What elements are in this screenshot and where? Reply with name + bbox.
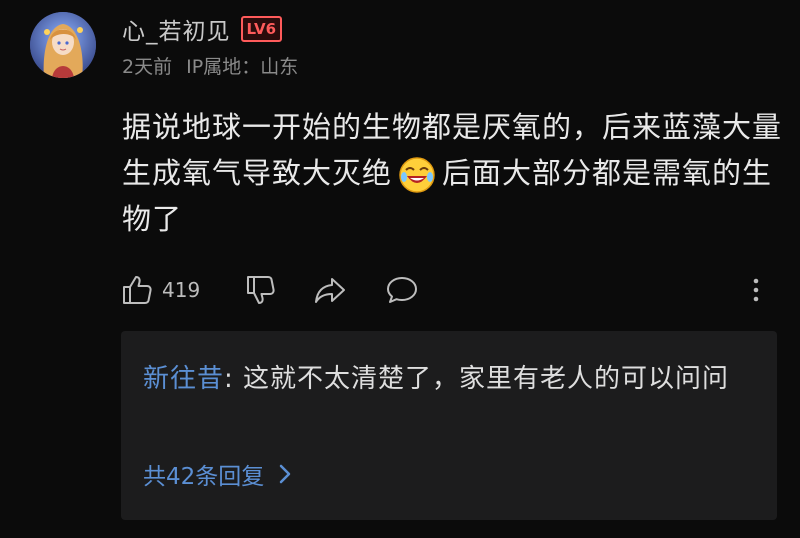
like-count: 419 — [162, 278, 201, 302]
reply-separator: : — [224, 364, 244, 394]
view-all-replies-label: 共42条回复 — [143, 464, 265, 490]
username[interactable]: 心_若初见 — [122, 12, 231, 46]
view-all-replies-link[interactable]: 共42条回复 — [143, 457, 292, 491]
dislike-button[interactable] — [244, 270, 276, 310]
reply-button[interactable] — [384, 270, 420, 310]
reply-author[interactable]: 新往昔 — [143, 364, 224, 394]
chevron-right-icon — [280, 464, 291, 484]
ip-location: IP属地：山东 — [186, 56, 299, 78]
comment-actions: 419 — [120, 270, 780, 310]
thumbs-down-icon — [247, 276, 275, 304]
comment-time: 2天前 — [122, 56, 173, 78]
more-vertical-icon — [753, 278, 759, 302]
reply-content: 这就不太清楚了，家里有老人的可以问问 — [243, 364, 730, 394]
more-options-button[interactable] — [748, 270, 764, 310]
like-button[interactable]: 419 — [120, 270, 200, 310]
reply-preview-text: 新往昔: 这就不太清楚了，家里有老人的可以问问 — [143, 357, 743, 401]
avatar[interactable] — [30, 12, 96, 78]
reply-preview[interactable]: 新往昔: 这就不太清楚了，家里有老人的可以问问 共42条回复 — [121, 331, 777, 520]
comment-item: 心_若初见 LV6 2天前 IP属地：山东 据说地球一开始的生物都是厌氧的，后来… — [0, 0, 800, 538]
thumbs-up-icon — [123, 276, 152, 304]
laughing-cry-emoji-icon — [398, 156, 436, 194]
share-button[interactable] — [312, 270, 348, 310]
comment-header: 心_若初见 LV6 — [122, 12, 283, 46]
level-badge: LV6 — [240, 16, 283, 42]
comment-meta: 2天前 IP属地：山东 — [122, 52, 306, 79]
speech-bubble-icon — [387, 277, 417, 303]
avatar-image — [30, 12, 96, 78]
comment-content: 据说地球一开始的生物都是厌氧的，后来蓝藻大量生成氧气导致大灭绝 后面大部分都是需… — [122, 104, 792, 242]
share-arrow-icon — [315, 278, 345, 303]
